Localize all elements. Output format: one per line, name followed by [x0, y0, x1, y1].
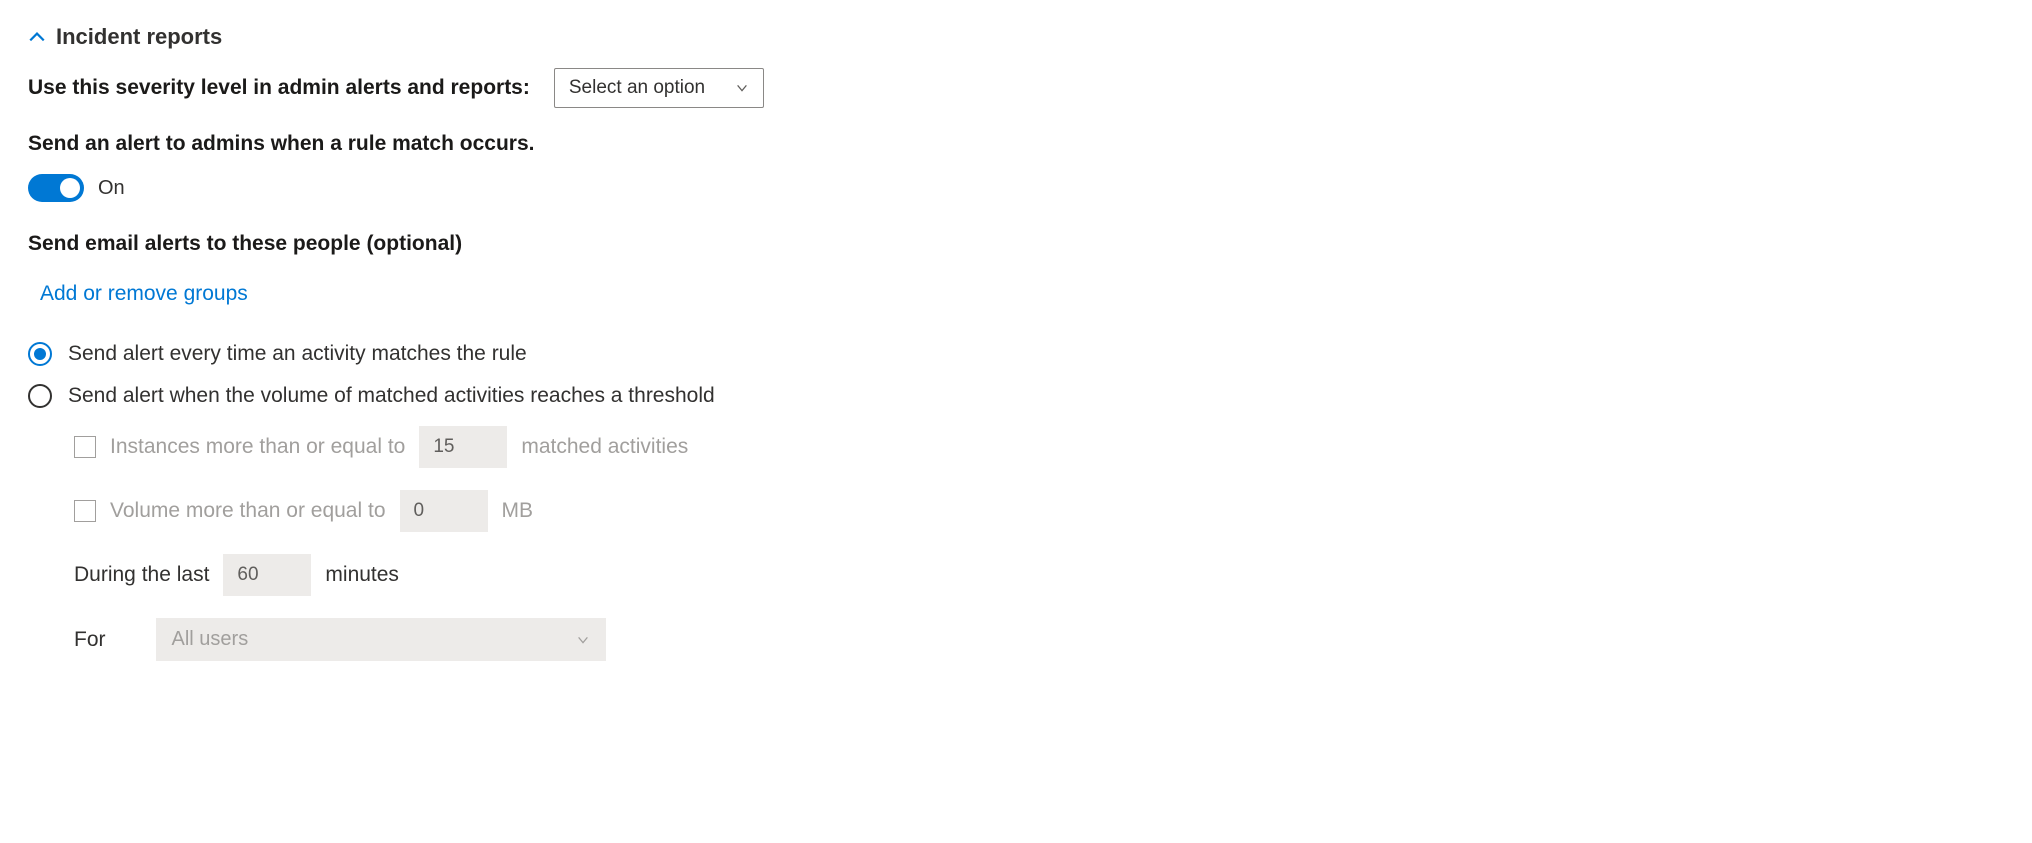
radio-threshold-label: Send alert when the volume of matched ac…	[68, 384, 715, 408]
during-label: During the last	[74, 563, 209, 587]
volume-row: Volume more than or equal to MB	[74, 490, 2004, 532]
severity-label: Use this severity level in admin alerts …	[28, 76, 530, 100]
during-row: During the last minutes	[74, 554, 2004, 596]
radio-row-every-time: Send alert every time an activity matche…	[28, 342, 2004, 366]
section-header[interactable]: Incident reports	[28, 24, 2004, 50]
radio-every-time[interactable]	[28, 342, 52, 366]
toggle-knob	[60, 178, 80, 198]
volume-checkbox[interactable]	[74, 500, 96, 522]
alert-toggle-state: On	[98, 177, 125, 200]
email-alerts-label: Send email alerts to these people (optio…	[28, 232, 2004, 256]
instances-checkbox[interactable]	[74, 436, 96, 458]
instances-row: Instances more than or equal to matched …	[74, 426, 2004, 468]
for-row: For All users	[74, 618, 2004, 661]
threshold-group: Instances more than or equal to matched …	[74, 426, 2004, 661]
for-label: For	[74, 628, 106, 652]
volume-label: Volume more than or equal to	[110, 499, 386, 523]
radio-every-time-label: Send alert every time an activity matche…	[68, 342, 527, 366]
volume-input[interactable]	[400, 490, 488, 532]
alert-toggle-label: Send an alert to admins when a rule matc…	[28, 132, 2004, 156]
during-suffix: minutes	[325, 563, 399, 587]
volume-suffix: MB	[502, 499, 534, 523]
for-dropdown-value: All users	[172, 628, 249, 651]
instances-input[interactable]	[419, 426, 507, 468]
severity-row: Use this severity level in admin alerts …	[28, 68, 2004, 108]
add-remove-groups-link[interactable]: Add or remove groups	[40, 282, 248, 306]
for-dropdown[interactable]: All users	[156, 618, 606, 661]
chevron-up-icon	[28, 28, 46, 46]
radio-row-threshold: Send alert when the volume of matched ac…	[28, 384, 2004, 408]
chevron-down-icon	[576, 633, 590, 647]
alert-toggle[interactable]	[28, 174, 84, 202]
instances-suffix: matched activities	[521, 435, 688, 459]
during-input[interactable]	[223, 554, 311, 596]
chevron-down-icon	[735, 81, 749, 95]
radio-threshold[interactable]	[28, 384, 52, 408]
severity-dropdown-value: Select an option	[569, 77, 705, 99]
instances-label: Instances more than or equal to	[110, 435, 405, 459]
severity-dropdown[interactable]: Select an option	[554, 68, 764, 108]
section-title: Incident reports	[56, 24, 222, 50]
alert-toggle-row: On	[28, 174, 2004, 202]
